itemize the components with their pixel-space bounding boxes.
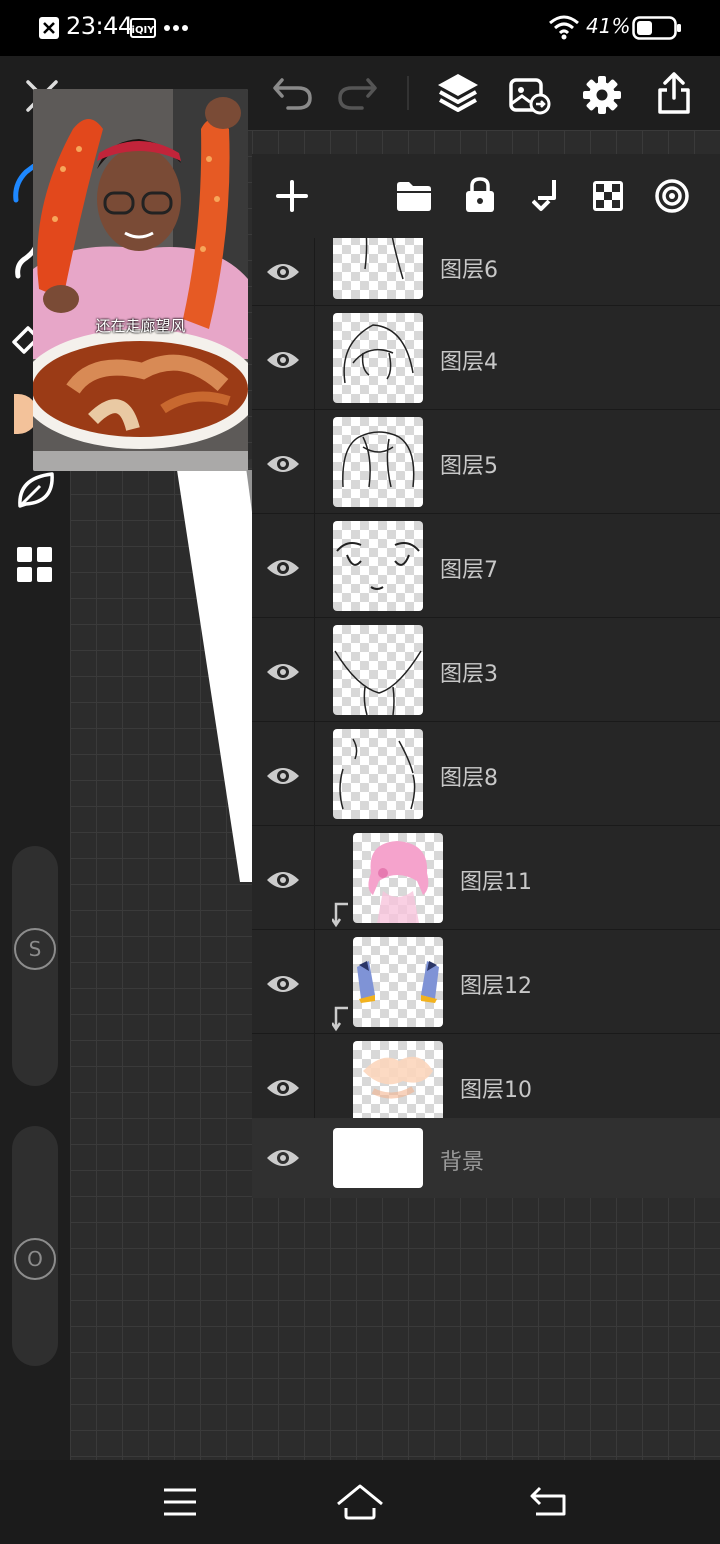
- battery-percent: 41%: [586, 14, 631, 38]
- settings-gear-icon[interactable]: [581, 74, 623, 116]
- layer-name: 图层11: [460, 870, 532, 895]
- floating-video-window[interactable]: 还在走廊望风: [33, 89, 248, 471]
- layer-thumbnail: [353, 937, 443, 1027]
- iqiyi-icon: iQIY: [130, 18, 156, 38]
- opacity-slider[interactable]: O: [12, 1126, 58, 1366]
- gallery-import-icon[interactable]: [508, 74, 552, 116]
- brush-size-slider[interactable]: S: [12, 846, 58, 1086]
- layer-thumbnail: [333, 521, 423, 611]
- add-layer-icon[interactable]: [276, 180, 308, 212]
- close-badge-icon: [39, 17, 59, 39]
- layer-row[interactable]: 图层12: [252, 930, 720, 1034]
- visibility-eye-icon[interactable]: [266, 868, 300, 892]
- share-export-icon[interactable]: [654, 70, 694, 116]
- status-bar: 23:44 iQIY 41%: [0, 0, 720, 56]
- layer-thumbnail: [333, 238, 423, 299]
- layer-thumbnail: [353, 1041, 443, 1118]
- row-divider: [314, 1034, 315, 1118]
- redo-icon[interactable]: [334, 72, 380, 114]
- layer-name: 图层8: [440, 766, 498, 791]
- layer-row[interactable]: 图层3: [252, 618, 720, 722]
- layer-row[interactable]: 图层4: [252, 306, 720, 410]
- video-frame-image: [33, 89, 248, 471]
- menu-icon[interactable]: [150, 1478, 210, 1526]
- leaf-icon[interactable]: [14, 468, 58, 512]
- size-slider-knob[interactable]: S: [14, 928, 56, 970]
- layers-panel: 图层6 图层4 图层5 图层7 图层3 图层8 图层11 图层12 图层10 背…: [252, 154, 720, 1198]
- visibility-eye-icon[interactable]: [266, 260, 300, 284]
- opacity-slider-knob[interactable]: O: [14, 1238, 56, 1280]
- background-color-swatch[interactable]: [333, 1128, 423, 1188]
- layer-list[interactable]: 图层6 图层4 图层5 图层7 图层3 图层8 图层11 图层12 图层10: [252, 238, 720, 1118]
- system-navigation-bar: [0, 1460, 720, 1544]
- layer-row[interactable]: 图层10: [252, 1034, 720, 1118]
- battery-icon: [632, 16, 681, 40]
- visibility-eye-icon[interactable]: [266, 972, 300, 996]
- undo-icon[interactable]: [270, 72, 316, 114]
- clipping-mask-arrow-icon: [332, 902, 348, 928]
- visibility-eye-icon[interactable]: [266, 348, 300, 372]
- clock: 23:44: [66, 12, 133, 40]
- canvas-white-wedge: [177, 470, 252, 882]
- video-caption: 还在走廊望风: [95, 317, 186, 335]
- reference-icon[interactable]: [654, 178, 690, 214]
- layer-name: 图层4: [440, 350, 498, 375]
- folder-icon[interactable]: [396, 180, 432, 212]
- lock-icon[interactable]: [464, 176, 496, 214]
- wifi-icon: [549, 15, 579, 40]
- background-layer-name: 背景: [440, 1150, 485, 1175]
- layer-name: 图层6: [440, 258, 498, 283]
- row-divider: [314, 618, 315, 722]
- grid-icon[interactable]: [16, 546, 54, 584]
- clipping-mask-arrow-icon: [332, 1006, 348, 1032]
- visibility-eye-icon[interactable]: [266, 452, 300, 476]
- row-divider: [314, 514, 315, 618]
- visibility-eye-icon[interactable]: [266, 660, 300, 684]
- layer-name: 图层7: [440, 558, 498, 583]
- layer-name: 图层12: [460, 974, 532, 999]
- visibility-eye-icon[interactable]: [266, 764, 300, 788]
- row-divider: [314, 826, 315, 930]
- layer-thumbnail: [333, 313, 423, 403]
- procreate-app: 23:44 iQIY 41% S O 图层6 图层4 图层5 图层7 图层3 图…: [0, 0, 720, 1544]
- row-divider: [314, 306, 315, 410]
- toolbar-divider: [407, 76, 409, 110]
- visibility-eye-icon[interactable]: [266, 1076, 300, 1100]
- row-divider: [314, 930, 315, 1034]
- layer-row[interactable]: 图层7: [252, 514, 720, 618]
- layer-thumbnail: [353, 833, 443, 923]
- home-icon[interactable]: [330, 1478, 390, 1526]
- alpha-lock-icon[interactable]: [592, 180, 624, 212]
- layer-thumbnail: [333, 417, 423, 507]
- row-divider: [314, 238, 315, 306]
- visibility-eye-icon[interactable]: [266, 556, 300, 580]
- layer-row[interactable]: 图层11: [252, 826, 720, 930]
- merge-down-icon[interactable]: [532, 178, 558, 214]
- layer-thumbnail: [333, 729, 423, 819]
- more-dots-icon: [164, 25, 188, 31]
- background-layer-row[interactable]: 背景: [252, 1118, 720, 1198]
- layer-thumbnail: [333, 625, 423, 715]
- row-divider: [314, 410, 315, 514]
- back-icon[interactable]: [520, 1478, 580, 1526]
- visibility-eye-icon[interactable]: [266, 1146, 300, 1170]
- layer-row[interactable]: 图层5: [252, 410, 720, 514]
- layers-toolbar: [252, 154, 720, 238]
- layer-name: 图层3: [440, 662, 498, 687]
- layers-icon[interactable]: [434, 72, 482, 116]
- layer-name: 图层5: [440, 454, 498, 479]
- layer-row[interactable]: 图层8: [252, 722, 720, 826]
- layer-row[interactable]: 图层6: [252, 238, 720, 306]
- row-divider: [314, 722, 315, 826]
- svg-text:iQIY: iQIY: [132, 25, 156, 36]
- layer-name: 图层10: [460, 1078, 532, 1103]
